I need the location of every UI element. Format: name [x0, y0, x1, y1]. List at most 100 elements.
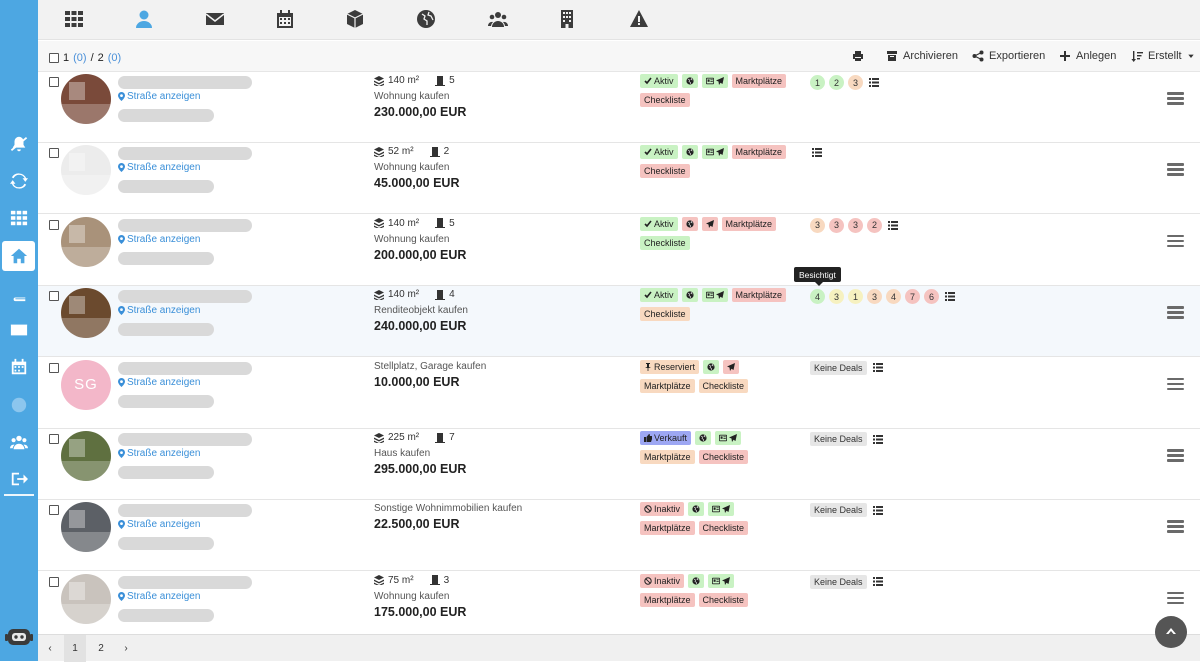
deals-list-button[interactable]: [943, 290, 957, 303]
expose-send-tag[interactable]: [701, 145, 728, 160]
deal-count-badge[interactable]: 3: [829, 289, 844, 305]
deals-list-button[interactable]: [871, 433, 885, 446]
row-checkbox[interactable]: [49, 219, 59, 230]
send-tag[interactable]: [701, 216, 718, 231]
users-icon[interactable]: [486, 8, 510, 30]
deals-list-button[interactable]: [867, 76, 881, 89]
status-badge[interactable]: Inaktiv: [640, 502, 685, 517]
publish-web-tag[interactable]: [703, 359, 720, 374]
marketplaces-tag[interactable]: Marktplätze: [640, 592, 695, 607]
deal-count-badge[interactable]: 4: [886, 289, 901, 305]
marketplaces-tag[interactable]: Marktplätze: [731, 74, 787, 88]
deal-count-badge[interactable]: 6: [924, 289, 939, 305]
marketplaces-tag[interactable]: Marktplätze: [640, 450, 695, 464]
hamburger-menu-icon[interactable]: [1167, 591, 1184, 605]
status-badge[interactable]: Aktiv: [640, 216, 678, 231]
deal-count-badge[interactable]: 2: [867, 217, 882, 233]
status-badge[interactable]: Aktiv: [640, 288, 678, 303]
building-icon[interactable]: [555, 8, 579, 30]
deals-list-button[interactable]: [810, 146, 824, 159]
show-street-link[interactable]: Straße anzeigen: [118, 377, 200, 388]
table-row[interactable]: Straße anzeigen 140 m² 5 Wohnung kaufen 230.…: [38, 72, 1200, 143]
page-1-button[interactable]: 1: [64, 635, 86, 662]
archive-button[interactable]: Archivieren: [886, 50, 958, 62]
row-checkbox[interactable]: [49, 362, 59, 373]
show-street-link[interactable]: Straße anzeigen: [118, 519, 200, 530]
table-row[interactable]: SG Straße anzeigen Stellplatz, Garage kauf…: [38, 357, 1200, 429]
status-badge[interactable]: Reserviert: [640, 359, 700, 374]
row-checkbox[interactable]: [49, 291, 59, 302]
marketplaces-tag[interactable]: Marktplätze: [731, 288, 787, 303]
table-row[interactable]: Straße anzeigen 140 m² 5 Wohnung kaufen 200.…: [38, 214, 1200, 286]
send-tag[interactable]: [723, 359, 740, 374]
deals-list-button[interactable]: [871, 361, 885, 374]
deals-list-button[interactable]: [886, 219, 900, 232]
status-badge[interactable]: Aktiv: [640, 145, 678, 160]
expose-send-tag[interactable]: [701, 74, 728, 88]
row-checkbox[interactable]: [49, 505, 59, 516]
cube-icon[interactable]: [343, 8, 367, 30]
deal-count-badge[interactable]: 3: [829, 217, 844, 233]
book-icon[interactable]: [2, 278, 35, 308]
deal-count-badge[interactable]: 2: [829, 75, 844, 90]
hamburger-menu-icon[interactable]: [1167, 234, 1184, 248]
bell-off-icon[interactable]: [2, 129, 35, 159]
publish-web-tag[interactable]: [681, 74, 698, 88]
export-button[interactable]: Exportieren: [972, 50, 1045, 62]
expose-send-tag[interactable]: [708, 502, 735, 517]
calendar-icon[interactable]: [2, 352, 35, 382]
hamburger-menu-icon[interactable]: [1167, 520, 1184, 533]
deal-count-badge[interactable]: 3: [848, 217, 863, 233]
status-badge[interactable]: Verkauft: [640, 431, 692, 445]
publish-web-tag[interactable]: [695, 431, 712, 445]
checklist-tag[interactable]: Checkliste: [640, 93, 690, 107]
row-checkbox[interactable]: [49, 434, 59, 444]
table-row[interactable]: Straße anzeigen 52 m² 2 Wohnung kaufen 45.00…: [38, 143, 1200, 215]
hamburger-menu-icon[interactable]: [1167, 377, 1184, 391]
user-icon[interactable]: [132, 8, 156, 30]
status-badge[interactable]: Aktiv: [640, 74, 678, 88]
scroll-to-top-button[interactable]: [1155, 616, 1187, 648]
deals-list-button[interactable]: [871, 504, 885, 517]
deal-count-badge[interactable]: 1: [848, 289, 863, 305]
row-checkbox[interactable]: [49, 77, 59, 87]
marketplaces-tag[interactable]: Marktplätze: [640, 378, 695, 393]
show-street-link[interactable]: Straße anzeigen: [118, 91, 200, 102]
expose-send-tag[interactable]: [715, 431, 742, 445]
users-icon[interactable]: [2, 427, 35, 457]
selection-total-count[interactable]: (0): [108, 52, 121, 64]
show-street-link[interactable]: Straße anzeigen: [118, 162, 200, 173]
show-street-link[interactable]: Straße anzeigen: [118, 305, 200, 316]
sync-icon[interactable]: [2, 166, 35, 196]
deal-count-badge[interactable]: 1: [810, 75, 825, 90]
row-checkbox[interactable]: [49, 148, 59, 159]
publish-web-tag[interactable]: [681, 145, 698, 160]
deals-list-button[interactable]: [871, 575, 885, 588]
create-button[interactable]: Anlegen: [1059, 50, 1116, 62]
hamburger-menu-icon[interactable]: [1167, 306, 1184, 319]
publish-web-tag[interactable]: [688, 502, 705, 517]
calendar-icon[interactable]: [273, 8, 297, 30]
expose-send-tag[interactable]: [708, 573, 735, 588]
globe-icon[interactable]: [414, 8, 438, 30]
table-row[interactable]: Straße anzeigen 225 m² 7 Haus kaufen 295.000…: [38, 429, 1200, 500]
mail-icon[interactable]: [2, 315, 35, 345]
deal-count-badge[interactable]: 3: [848, 75, 863, 90]
prev-page-button[interactable]: ‹: [42, 635, 58, 662]
checklist-tag[interactable]: Checkliste: [640, 235, 690, 250]
grid-icon[interactable]: [2, 203, 35, 233]
checklist-tag[interactable]: Checkliste: [698, 378, 749, 393]
hamburger-menu-icon[interactable]: [1167, 449, 1184, 462]
checklist-tag[interactable]: Checkliste: [698, 592, 749, 607]
sort-dropdown[interactable]: Erstellt: [1131, 50, 1195, 62]
deal-count-badge[interactable]: 3: [867, 289, 882, 305]
publish-web-tag[interactable]: [688, 573, 705, 588]
checklist-tag[interactable]: Checkliste: [698, 521, 749, 536]
show-street-link[interactable]: Straße anzeigen: [118, 591, 200, 602]
marketplaces-tag[interactable]: Marktplätze: [640, 521, 695, 536]
marketplaces-tag[interactable]: Marktplätze: [731, 145, 787, 160]
checklist-tag[interactable]: Checkliste: [640, 307, 690, 322]
status-badge[interactable]: Inaktiv: [640, 573, 685, 588]
logout-icon[interactable]: [2, 464, 35, 494]
robot-icon[interactable]: [5, 624, 33, 650]
